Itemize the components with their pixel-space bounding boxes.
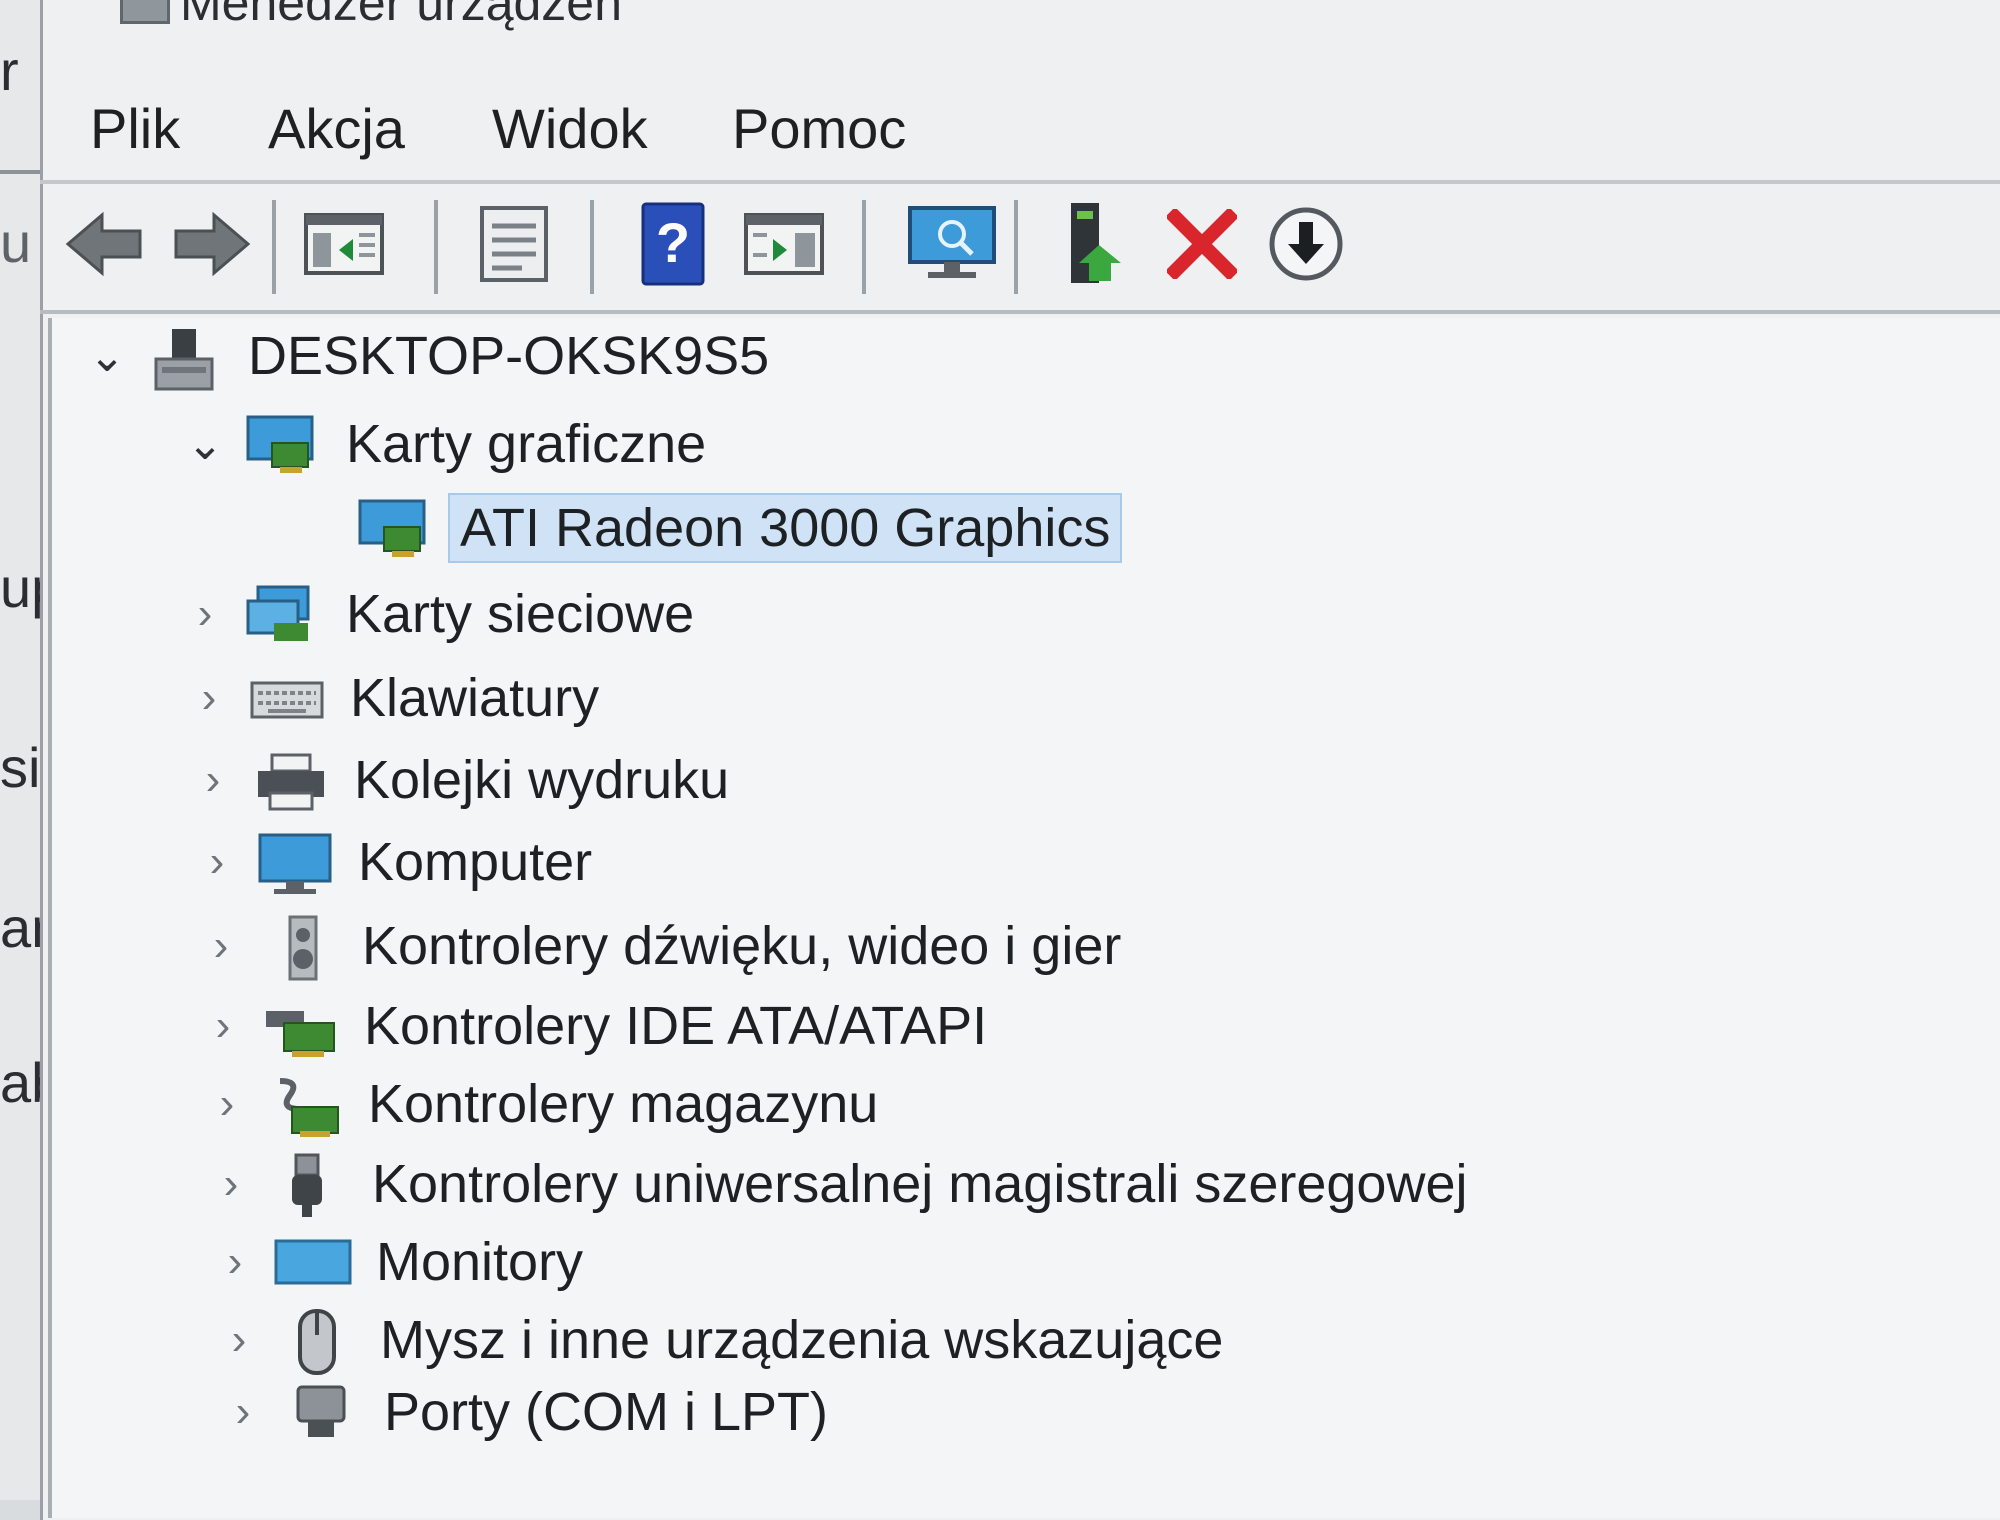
chevron-right-icon[interactable]: › [214,1315,264,1365]
tree-category-label: Kontrolery uniwersalnej magistrali szere… [372,1154,1468,1214]
mouse-icon [278,1309,356,1375]
chevron-down-icon[interactable]: ⌄ [82,331,132,381]
title-bar: Menedżer urządzeń [40,0,2000,40]
chevron-right-icon[interactable]: › [218,1387,268,1437]
tree-category-label: Kontrolery magazynu [368,1074,879,1134]
scan-hardware-button[interactable] [902,202,1002,286]
device-tree: ⌄ DESKTOP-OKSK9S5 ⌄ Karty graficzne ATI … [48,318,2000,1518]
uninstall-device-button[interactable] [1160,202,1244,286]
chevron-down-icon[interactable]: ⌄ [180,419,230,469]
tree-category-usb-controllers[interactable]: › Kontrolery uniwersalnej magistrali sze… [206,1146,1477,1222]
back-arrow-icon [65,211,142,277]
toolbar-separator [434,200,438,294]
chevron-right-icon[interactable]: › [202,1079,252,1129]
network-adapter-icon [244,583,322,645]
tree-category-label: Karty sieciowe [346,584,695,644]
toolbar-separator [1014,200,1018,294]
storage-controller-icon [266,1073,344,1137]
tree-root-label: DESKTOP-OKSK9S5 [248,326,770,386]
update-driver-icon [1071,203,1121,283]
disable-device-button[interactable] [1264,202,1348,286]
properties-button[interactable] [472,202,556,286]
tree-category-computer[interactable]: › Komputer [192,824,602,900]
tree-device-label: ATI Radeon 3000 Graphics [448,493,1123,563]
back-button[interactable] [62,202,146,286]
monitor-scan-icon [908,206,996,278]
tree-category-label: Kontrolery IDE ATA/ATAPI [364,996,988,1056]
chevron-right-icon[interactable]: › [210,1237,260,1287]
tree-category-label: Monitory [376,1232,584,1292]
speaker-icon [260,915,338,981]
tree-category-print-queues[interactable]: › Kolejki wydruku [188,742,739,818]
tree-root[interactable]: ⌄ DESKTOP-OKSK9S5 [82,318,779,394]
toolbar-separator-line [40,310,2000,314]
svg-text:?: ? [656,211,690,274]
usb-icon [270,1153,348,1217]
action-pane-button[interactable] [742,202,826,286]
properties-icon [480,206,548,282]
update-driver-button[interactable] [1052,202,1136,286]
tree-category-ports[interactable]: › Porty (COM i LPT) [218,1374,838,1450]
port-icon [282,1381,360,1443]
help-button[interactable]: ? [632,202,716,286]
ide-controller-icon [262,995,340,1057]
menu-pomoc[interactable]: Pomoc [722,90,916,167]
toolbar-separator [272,200,276,294]
device-manager-app-icon [120,0,170,24]
uninstall-x-icon [1167,209,1237,279]
download-arrow-icon [1269,207,1343,281]
help-icon: ? [641,202,705,286]
chevron-right-icon[interactable]: › [184,673,234,723]
window-title: Menedżer urządzeń [180,0,622,31]
menu-bar: Plik Akcja Widok Pomoc [42,78,2000,188]
tree-category-label: Komputer [358,832,593,892]
tree-category-label: Porty (COM i LPT) [384,1382,829,1442]
console-tree-button[interactable] [302,202,386,286]
computer-icon [256,831,334,894]
tree-category-display-adapters[interactable]: ⌄ Karty graficzne [180,406,716,482]
chevron-right-icon[interactable]: › [180,589,230,639]
tree-category-storage-controllers[interactable]: › Kontrolery magazynu [202,1066,888,1142]
printer-icon [252,749,330,811]
background-text-fragment: u [0,211,32,274]
tree-category-keyboards[interactable]: › Klawiatury [184,660,609,736]
tree-category-label: Mysz i inne urządzenia wskazujące [380,1310,1224,1370]
console-tree-icon [304,213,384,275]
tree-category-label: Karty graficzne [346,414,707,474]
display-adapter-icon [356,497,434,559]
action-pane-icon [744,213,824,275]
chevron-right-icon[interactable]: › [206,1159,256,1209]
chevron-right-icon[interactable]: › [196,921,246,971]
menu-widok[interactable]: Widok [482,90,658,167]
display-adapter-icon [244,413,322,475]
tree-category-label: Klawiatury [350,668,600,728]
tree-category-monitors[interactable]: › Monitory [210,1224,593,1300]
chevron-right-icon[interactable]: › [192,837,242,887]
toolbar-separator [862,200,866,294]
keyboard-icon [248,667,326,729]
tree-category-ide-controllers[interactable]: › Kontrolery IDE ATA/ATAPI [198,988,997,1064]
forward-arrow-icon [174,211,251,277]
tree-category-mice[interactable]: › Mysz i inne urządzenia wskazujące [214,1302,1233,1378]
monitor-icon [274,1231,352,1293]
tree-category-label: Kontrolery dźwięku, wideo i gier [362,916,1122,976]
menu-akcja[interactable]: Akcja [258,90,415,167]
tree-category-label: Kolejki wydruku [354,750,730,810]
menu-separator [40,180,2000,184]
background-text-fragment: r [0,39,19,102]
tree-device-ati-radeon[interactable]: ATI Radeon 3000 Graphics [342,490,1123,566]
computer-tower-icon [146,325,224,391]
menu-plik[interactable]: Plik [80,90,190,167]
tree-category-sound-controllers[interactable]: › Kontrolery dźwięku, wideo i gier [196,908,1131,984]
chevron-right-icon[interactable]: › [198,1001,248,1051]
chevron-right-icon[interactable]: › [188,755,238,805]
toolbar: ? [42,190,2000,300]
toolbar-separator [590,200,594,294]
tree-category-network-adapters[interactable]: › Karty sieciowe [180,576,704,652]
forward-button[interactable] [170,202,254,286]
